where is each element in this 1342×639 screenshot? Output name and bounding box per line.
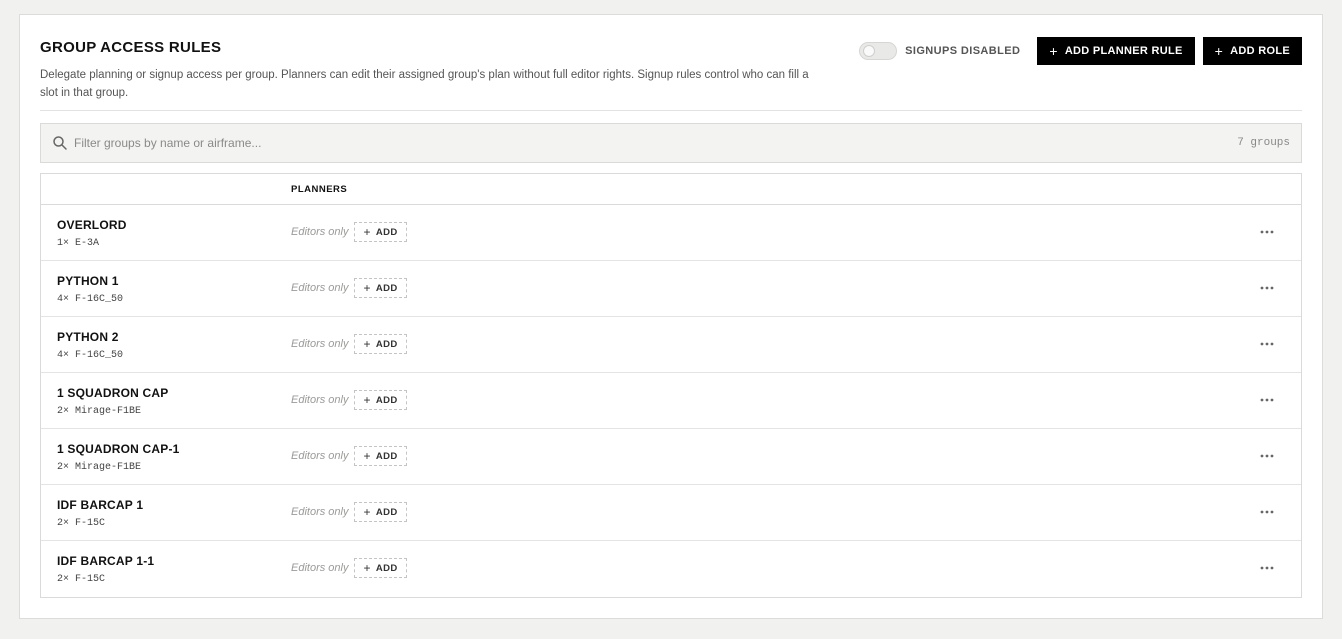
plus-icon: + [363, 281, 371, 295]
more-options-icon[interactable] [1257, 561, 1277, 575]
table-body: OVERLORD 1× E-3A Editors only + ADD PYTH… [41, 205, 1301, 597]
add-planner-label: ADD [375, 338, 398, 350]
group-airframe: 4× F-16C_50 [57, 350, 124, 361]
add-role-label: ADD ROLE [1230, 45, 1290, 57]
planners-value: Editors only [291, 282, 349, 294]
table-row: 1 SQUADRON CAP 2× Mirage-F1BE Editors on… [41, 373, 1301, 429]
planners-cell: Editors only + ADD [291, 558, 407, 578]
plus-icon: + [363, 337, 371, 351]
planners-value: Editors only [291, 338, 349, 350]
group-name: PYTHON 2 [57, 330, 119, 344]
group-name: OVERLORD [57, 218, 127, 232]
group-airframe: 2× Mirage-F1BE [57, 462, 142, 473]
group-name: 1 SQUADRON CAP [57, 386, 169, 400]
group-count: 7 groups [1237, 137, 1290, 149]
add-planner-button[interactable]: + ADD [354, 558, 407, 578]
planners-value: Editors only [291, 562, 349, 574]
planners-value: Editors only [291, 226, 349, 238]
more-options-icon[interactable] [1257, 505, 1277, 519]
add-planner-label: ADD [375, 282, 398, 294]
planners-cell: Editors only + ADD [291, 390, 407, 410]
more-options-icon[interactable] [1257, 393, 1277, 407]
group-name: PYTHON 1 [57, 274, 119, 288]
more-options-icon[interactable] [1257, 281, 1277, 295]
toggle-knob [863, 45, 876, 57]
group-name: 1 SQUADRON CAP-1 [57, 442, 180, 456]
more-options-icon[interactable] [1257, 449, 1277, 463]
plus-icon: + [363, 449, 371, 463]
group-name: IDF BARCAP 1-1 [57, 554, 155, 568]
group-airframe: 2× Mirage-F1BE [57, 406, 142, 417]
planners-value: Editors only [291, 506, 349, 518]
group-filter-bar: 7 groups [40, 123, 1302, 163]
add-planner-button[interactable]: + ADD [354, 278, 407, 298]
page-title: GROUP ACCESS RULES [40, 39, 222, 56]
plus-icon: + [1049, 43, 1058, 59]
more-options-icon[interactable] [1257, 337, 1277, 351]
add-planner-button[interactable]: + ADD [354, 446, 407, 466]
table-row: 1 SQUADRON CAP-1 2× Mirage-F1BE Editors … [41, 429, 1301, 485]
table-row: OVERLORD 1× E-3A Editors only + ADD [41, 205, 1301, 261]
plus-icon: + [363, 505, 371, 519]
add-planner-label: ADD [375, 562, 398, 574]
add-planner-button[interactable]: + ADD [354, 334, 407, 354]
add-planner-label: ADD [375, 506, 398, 518]
planners-cell: Editors only + ADD [291, 502, 407, 522]
add-planner-label: ADD [375, 226, 398, 238]
table-row: IDF BARCAP 1 2× F-15C Editors only + ADD [41, 485, 1301, 541]
group-airframe: 2× F-15C [57, 574, 106, 585]
page-description: Delegate planning or signup access per g… [40, 69, 809, 99]
table-row: IDF BARCAP 1-1 2× F-15C Editors only + A… [41, 541, 1301, 597]
group-name: IDF BARCAP 1 [57, 498, 144, 512]
groups-table: PLANNERS OVERLORD 1× E-3A Editors only +… [40, 173, 1302, 598]
planners-cell: Editors only + ADD [291, 278, 407, 298]
planners-cell: Editors only + ADD [291, 334, 407, 354]
group-airframe: 4× F-16C_50 [57, 294, 124, 305]
table-row: PYTHON 2 4× F-16C_50 Editors only + ADD [41, 317, 1301, 373]
add-planner-rule-label: ADD PLANNER RULE [1064, 45, 1183, 57]
table-row: PYTHON 1 4× F-16C_50 Editors only + ADD [41, 261, 1301, 317]
signups-toggle-label: SIGNUPS DISABLED [905, 45, 1021, 57]
header-actions: SIGNUPS DISABLED + ADD PLANNER RULE + AD… [859, 37, 1302, 65]
add-planner-button[interactable]: + ADD [354, 502, 407, 522]
planners-cell: Editors only + ADD [291, 222, 407, 242]
plus-icon: + [1214, 43, 1224, 59]
card-header: GROUP ACCESS RULES Delegate planning or … [40, 37, 1302, 111]
signups-toggle[interactable] [859, 42, 898, 60]
planners-value: Editors only [291, 394, 349, 406]
group-filter-input[interactable] [74, 136, 1238, 150]
column-header-planners: PLANNERS [291, 184, 348, 195]
plus-icon: + [363, 393, 371, 407]
planners-cell: Editors only + ADD [291, 446, 407, 466]
more-options-icon[interactable] [1257, 225, 1277, 239]
plus-icon: + [363, 561, 371, 575]
table-header: PLANNERS [41, 174, 1301, 205]
add-planner-label: ADD [375, 394, 398, 406]
add-planner-label: ADD [375, 450, 398, 462]
signups-toggle-group: SIGNUPS DISABLED [859, 42, 1020, 60]
group-airframe: 2× F-15C [57, 518, 106, 529]
group-airframe: 1× E-3A [57, 238, 100, 249]
add-role-button[interactable]: + ADD ROLE [1202, 37, 1302, 65]
planners-value: Editors only [291, 450, 349, 462]
add-planner-rule-button[interactable]: + ADD PLANNER RULE [1037, 37, 1195, 65]
add-planner-button[interactable]: + ADD [354, 390, 407, 410]
add-planner-button[interactable]: + ADD [354, 222, 407, 242]
search-icon [52, 135, 68, 151]
group-access-rules-card: GROUP ACCESS RULES Delegate planning or … [19, 14, 1323, 619]
plus-icon: + [363, 225, 371, 239]
